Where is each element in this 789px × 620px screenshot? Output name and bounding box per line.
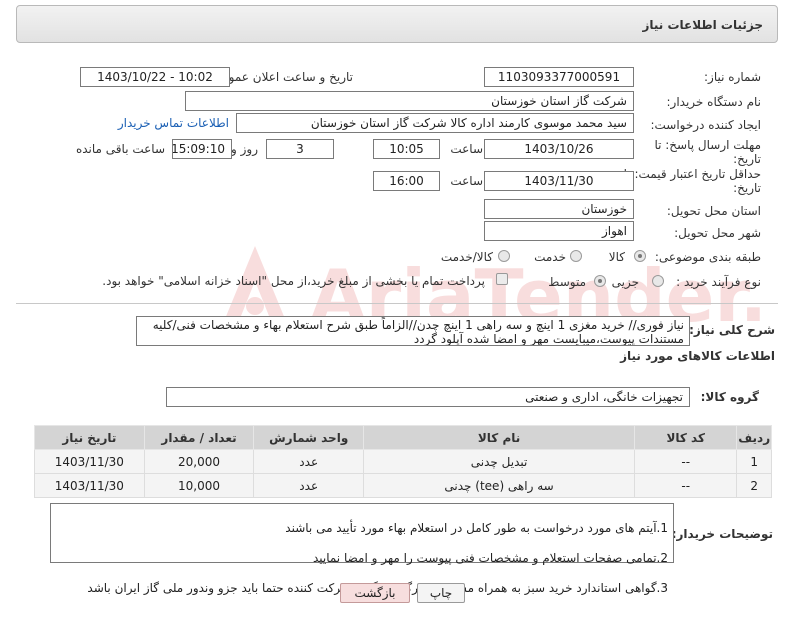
reply-days-field[interactable]: 3 [266,139,334,159]
remaining-time-label: ساعت باقی مانده [75,142,165,156]
purchase-type-radio-minor[interactable] [652,275,664,287]
price-validity-date-label: تاریخ: [733,181,761,195]
category-option-service: خدمت [534,250,566,264]
buyer-org-label: نام دستگاه خریدار: [666,95,762,109]
purchase-type-label: نوع فرآیند خرید : [676,275,761,289]
table-cell: عدد [253,449,365,474]
delivery-city-label: شهر محل تحویل: [674,226,761,240]
table-cell: 1403/11/30 [34,449,145,474]
table-cell: سه راهی (tee) چدنی [363,473,636,498]
reply-deadline-date-field[interactable]: 1403/10/26 [484,139,634,159]
column-header: ردیف [736,425,772,450]
delivery-province-field[interactable]: خوزستان [484,199,634,219]
column-header: تعداد / مقدار [143,425,255,450]
reply-deadline-date-label: تاریخ: [733,152,761,166]
price-validity-time-label: ساعت [450,174,483,188]
category-option-goods: کالا [608,250,625,264]
table-cell: -- [634,473,738,498]
table-cell: 1403/11/30 [34,473,145,498]
column-header: کد کالا [634,425,738,450]
description-field[interactable]: نیاز فوری// خرید مغزی 1 اینچ و سه راهی 1… [136,316,690,346]
delivery-province-label: استان محل تحویل: [666,204,761,218]
page-title: جزئیات اطلاعات نیاز [642,18,763,32]
requester-label: ایجاد کننده درخواست: [650,118,761,132]
table-row[interactable]: 1 -- تبدیل چدنی عدد 20,000 1403/11/30 [34,449,772,474]
announce-datetime-field[interactable]: 1403/10/22 - 10:02 [80,67,230,87]
table-cell: -- [634,449,738,474]
table-header-row: ردیف کد کالا نام کالا واحد شمارش تعداد /… [34,425,772,450]
back-button[interactable]: بازگشت [340,583,410,603]
table-cell: تبدیل چدنی [363,449,636,474]
price-validity-time-field[interactable]: 16:00 [373,171,440,191]
goods-group-field[interactable]: تجهیزات خانگی، اداری و صنعتی [166,387,690,407]
description-label: شرح کلی نیاز: [689,323,775,337]
goods-group-label: گروه کالا: [700,390,759,404]
column-header: تاریخ نیاز [34,425,145,450]
goods-section-title: اطلاعات کالاهای مورد نیاز [620,349,775,363]
reply-days-label: روز و [231,142,258,156]
remaining-time-field[interactable]: 15:09:10 [172,139,232,159]
reply-time-field[interactable]: 10:05 [373,139,440,159]
price-validity-label: حداقل تاریخ اعتبار قیمت: تا [623,167,761,181]
print-button[interactable]: چاپ [417,583,465,603]
price-validity-date-field[interactable]: 1403/11/30 [484,171,634,191]
requester-field[interactable]: سید محمد موسوی کارمند اداره کالا شرکت گا… [236,113,634,133]
buyer-note-line: 2.تمامی صفحات استعلام و مشخصات فنی پیوست… [312,551,668,565]
category-option-goods-service: کالا/خدمت [440,250,493,264]
treasury-bonds-note: پرداخت تمام یا بخشی از مبلغ خرید،از محل … [102,274,485,288]
treasury-bonds-checkbox[interactable] [496,273,508,285]
category-radio-goods-service[interactable] [498,250,510,262]
buyer-notes-field[interactable]: 1.آیتم های مورد درخواست به طور کامل در ا… [50,503,674,595]
buyer-note-line: 1.آیتم های مورد درخواست به طور کامل در ا… [285,521,668,535]
column-header: نام کالا [363,425,636,450]
table-cell: 2 [736,473,772,498]
goods-table: ردیف کد کالا نام کالا واحد شمارش تعداد /… [34,425,772,498]
category-radio-goods[interactable] [634,250,646,262]
column-header: واحد شمارش [253,425,365,450]
table-row[interactable]: 2 -- سه راهی (tee) چدنی عدد 10,000 1403/… [34,473,772,498]
purchase-type-option-minor: جزیی [611,275,639,289]
table-cell: 10,000 [143,473,255,498]
need-number-field[interactable]: 1103093377000591 [484,67,634,87]
purchase-type-radio-medium[interactable] [594,275,606,287]
need-number-label: شماره نیاز: [704,70,761,84]
buyer-org-field[interactable]: شرکت گاز استان خوزستان [185,91,634,111]
page: AriaTender.net جزئیات اطلاعات نیاز شماره… [0,0,789,620]
buyer-contact-link[interactable]: اطلاعات تماس خریدار [118,116,229,130]
purchase-type-option-medium: متوسط [548,275,586,289]
header-panel: جزئیات اطلاعات نیاز [16,5,778,43]
reply-deadline-label: مهلت ارسال پاسخ: تا [654,138,761,152]
table-cell: 1 [736,449,772,474]
section-divider [16,303,778,304]
reply-time-label: ساعت [450,142,483,156]
table-cell: 20,000 [143,449,255,474]
table-cell: عدد [253,473,365,498]
category-label: طبقه بندی موضوعی: [654,250,761,264]
category-radio-service[interactable] [570,250,582,262]
delivery-city-field[interactable]: اهواز [484,221,634,241]
buyer-notes-label: توضیحات خریدار: [671,527,773,541]
